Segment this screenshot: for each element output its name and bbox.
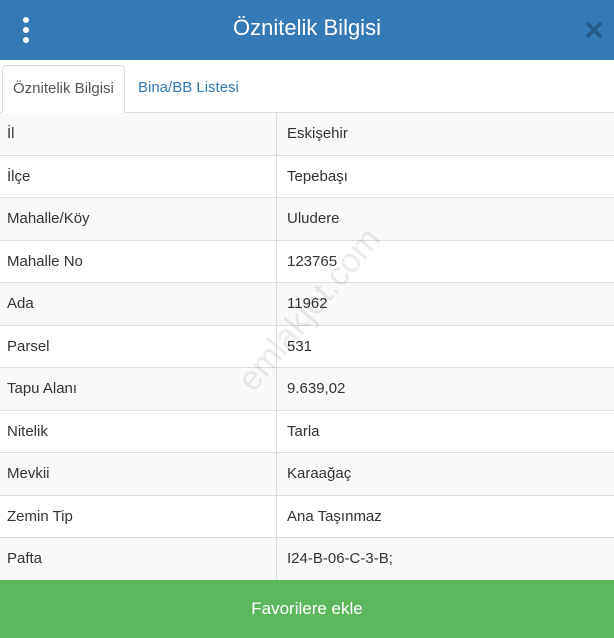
- dialog-title: Öznitelik Bilgisi: [233, 15, 381, 40]
- attribute-label: Parsel: [0, 325, 277, 367]
- attribute-value: Karaağaç: [287, 465, 352, 482]
- table-row: Mahalle/Köy Uludere: [0, 198, 614, 241]
- tab-oznitelik-bilgisi[interactable]: Öznitelik Bilgisi: [2, 65, 125, 113]
- attribute-label: Mahalle/Köy: [0, 198, 277, 240]
- table-row: Zemin Tip Ana Taşınmaz: [0, 495, 614, 538]
- attribute-label: Mevkii: [0, 453, 277, 495]
- attribute-label: Nitelik: [0, 410, 277, 452]
- close-icon[interactable]: [582, 18, 606, 42]
- attribute-table: İl Eskişehir İlçe Tepebaşı Mahalle/Köy U…: [0, 113, 614, 581]
- table-row: Ada 11962: [0, 283, 614, 326]
- attribute-label: Ada: [0, 283, 277, 325]
- table-row: Tapu Alanı 9.639,02: [0, 368, 614, 411]
- table-row: Mahalle No 123765: [0, 240, 614, 283]
- attribute-label: İlçe: [0, 155, 277, 197]
- attribute-value: 123765: [287, 252, 338, 270]
- tab-bar: Öznitelik Bilgisi Bina/BB Listesi: [0, 60, 614, 113]
- table-row: Parsel 531: [0, 325, 614, 368]
- tab-bina-bb-listesi[interactable]: Bina/BB Listesi: [128, 65, 249, 113]
- attribute-value: Tarla: [287, 422, 320, 440]
- attribute-label: Pafta: [0, 538, 277, 580]
- dialog-header: Öznitelik Bilgisi: [0, 0, 614, 60]
- table-row: Pafta I24-B-06-C-3-B;: [0, 538, 614, 581]
- attribute-label: Tapu Alanı: [0, 368, 277, 410]
- attribute-value: 531: [287, 337, 313, 355]
- table-row: Mevkii Karaağaç: [0, 453, 614, 496]
- add-to-favorites-button[interactable]: Favorilere ekle: [0, 580, 614, 638]
- attribute-label: İl: [0, 113, 277, 155]
- attribute-value: I24-B-06-C-3-B;: [287, 550, 393, 567]
- attribute-value: 11962: [287, 295, 328, 312]
- table-row: Nitelik Tarla: [0, 410, 614, 453]
- attribute-value: Tepebaşı: [287, 167, 348, 185]
- table-row: İlçe Tepebaşı: [0, 155, 614, 198]
- attribute-label: Mahalle No: [0, 240, 277, 282]
- table-row: İl Eskişehir: [0, 113, 614, 156]
- attribute-value: Ana Taşınmaz: [287, 507, 382, 525]
- attribute-value: Uludere: [287, 210, 340, 227]
- attribute-value: Eskişehir: [287, 125, 348, 142]
- attribute-value: 9.639,02: [287, 380, 346, 397]
- attribute-label: Zemin Tip: [0, 495, 277, 537]
